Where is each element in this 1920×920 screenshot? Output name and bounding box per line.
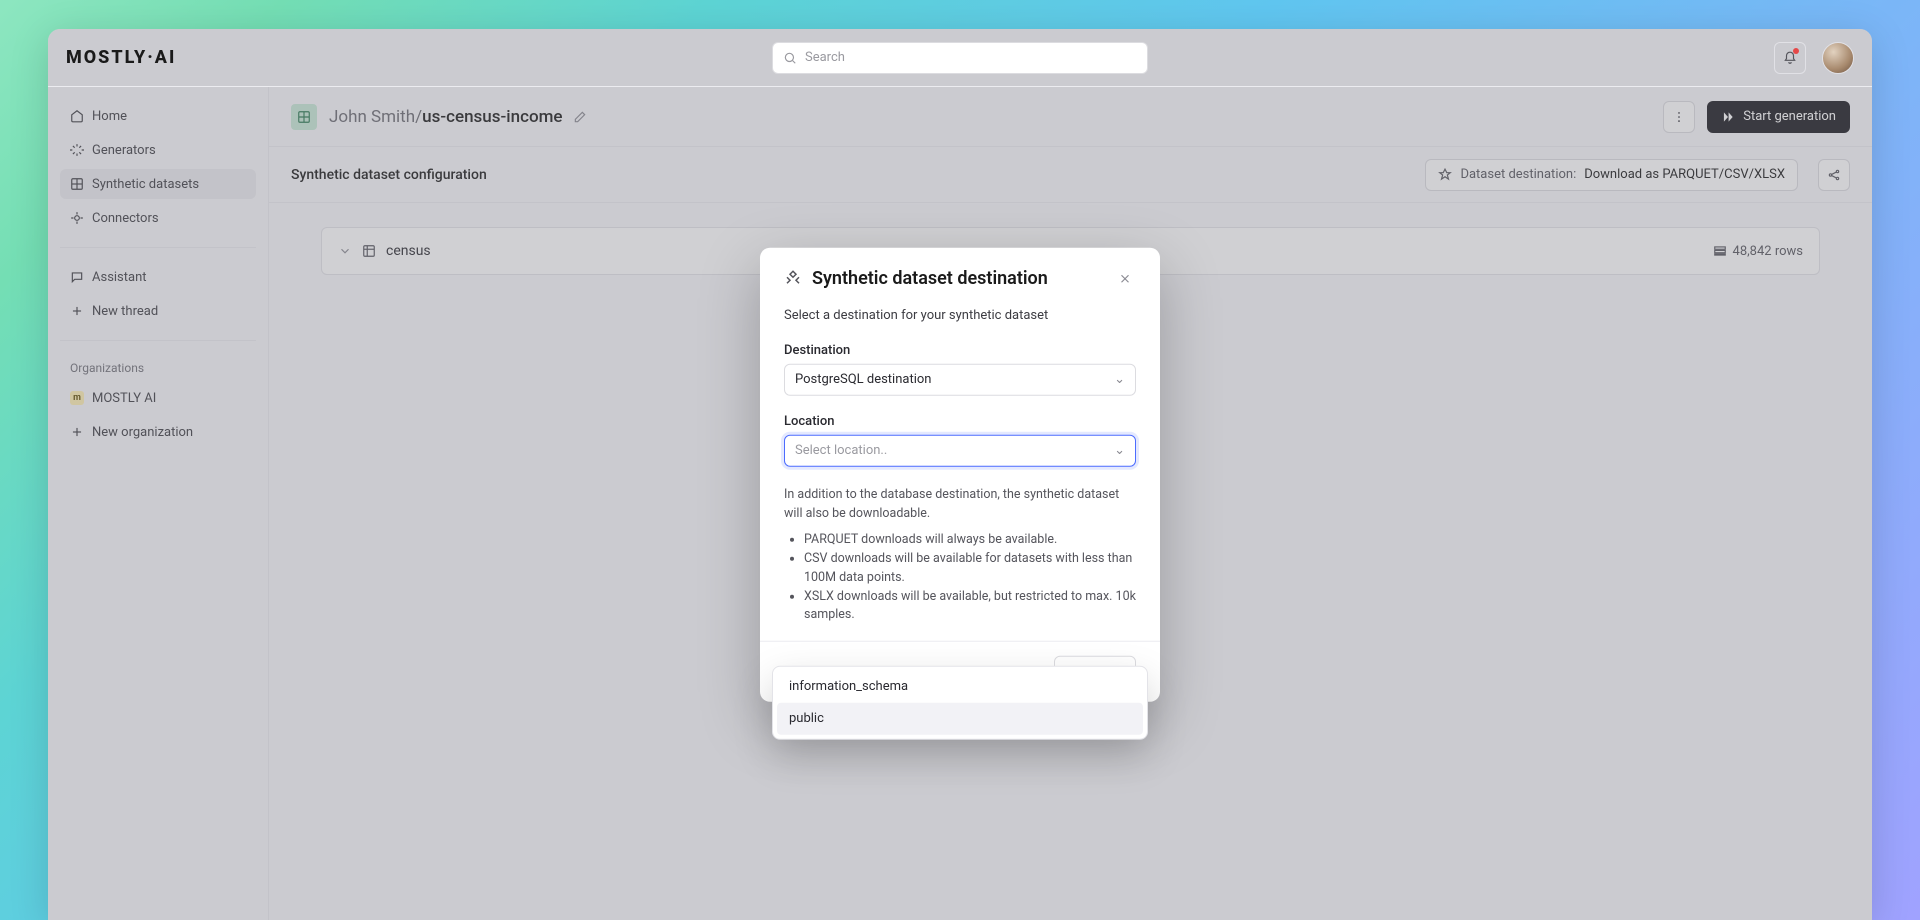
- chevron-down-icon: ⌄: [1114, 443, 1125, 458]
- close-button[interactable]: [1114, 267, 1136, 289]
- destination-field-label: Destination: [784, 342, 1136, 357]
- note-text: In addition to the database destination,…: [784, 484, 1136, 523]
- notifications-button[interactable]: [1774, 42, 1806, 74]
- note-bullet: CSV downloads will be available for data…: [804, 550, 1136, 588]
- location-select[interactable]: Select location.. ⌄: [784, 434, 1136, 466]
- search-input[interactable]: Search: [772, 42, 1148, 74]
- chevron-down-icon: ⌄: [1114, 372, 1125, 387]
- close-icon: [1118, 271, 1132, 285]
- notification-dot: [1793, 48, 1799, 54]
- modal-description: Select a destination for your synthetic …: [784, 307, 1136, 322]
- destination-modal: Synthetic dataset destination Select a d…: [760, 247, 1160, 702]
- note-bullet: PARQUET downloads will always be availab…: [804, 531, 1136, 550]
- modal-title: Synthetic dataset destination: [812, 268, 1048, 289]
- destination-select[interactable]: PostgreSQL destination ⌄: [784, 363, 1136, 395]
- location-dropdown: information_schema public: [772, 665, 1148, 739]
- brand-logo: MOSTLY·AI: [66, 47, 176, 68]
- search-placeholder: Search: [805, 50, 845, 65]
- modal-icon: [784, 269, 802, 287]
- location-option[interactable]: information_schema: [777, 670, 1143, 702]
- location-option[interactable]: public: [777, 702, 1143, 734]
- location-field-label: Location: [784, 413, 1136, 428]
- user-avatar[interactable]: [1822, 42, 1854, 74]
- search-icon: [783, 51, 797, 65]
- note-bullet: XSLX downloads will be available, but re…: [804, 587, 1136, 625]
